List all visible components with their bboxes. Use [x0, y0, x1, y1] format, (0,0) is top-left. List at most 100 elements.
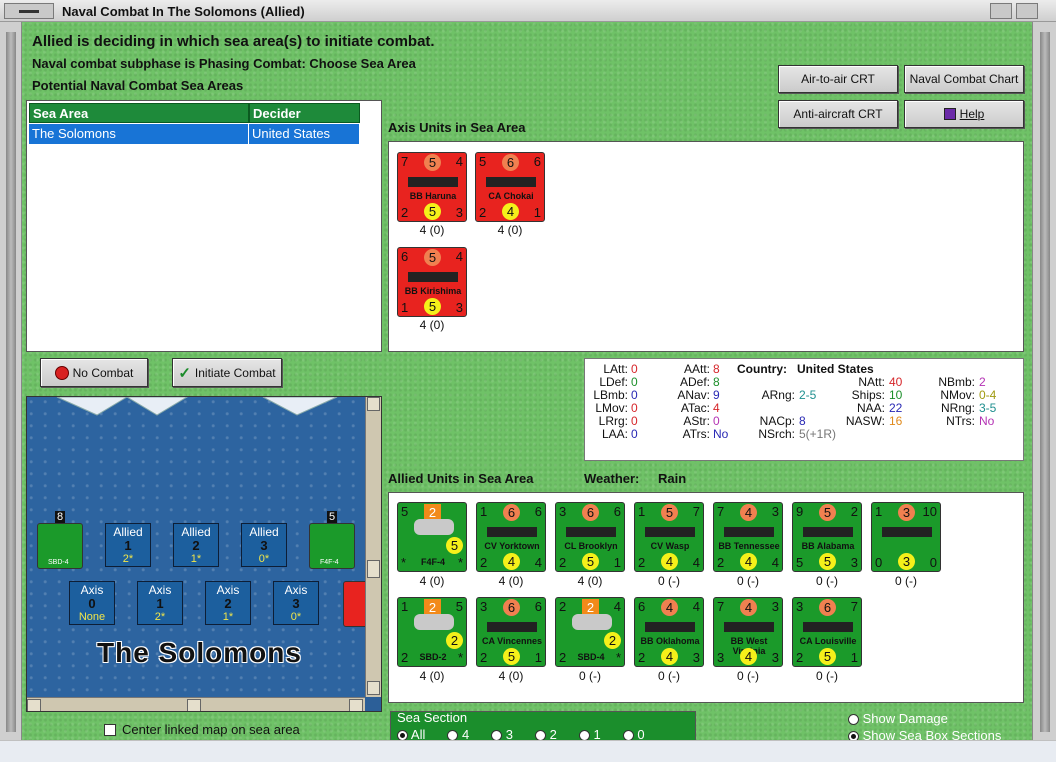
row-sea-area[interactable]: The Solomons [29, 124, 249, 144]
system-menu-button[interactable] [4, 3, 54, 19]
unit-counter[interactable]: 2 2 4 SBD-4 2 2 * [555, 597, 625, 667]
horizontal-scroll-thumb[interactable] [187, 699, 201, 711]
scroll-left-icon[interactable] [27, 699, 41, 711]
allied-units-label: Allied Units in Sea Area [388, 471, 534, 486]
scroll-right-icon[interactable] [349, 699, 363, 711]
sea-section-radio[interactable] [622, 730, 634, 740]
unit-counter[interactable]: 3 6 6 CL Brooklyn 2 5 1 [555, 502, 625, 572]
top-left-value: 9 [796, 504, 804, 519]
unit-counter[interactable]: 3 6 6 CA Vincennes 2 5 1 [476, 597, 546, 667]
sea-section-option[interactable]: 4 [447, 727, 469, 740]
anti-aircraft-crt-button[interactable]: Anti-aircraft CRT [778, 100, 898, 128]
minimize-button[interactable] [990, 3, 1012, 19]
show-damage-option[interactable]: Show Damage [848, 711, 948, 726]
top-center-value: 6 [503, 599, 520, 616]
unit-counter[interactable]: 6 5 4 BB Kirishima 1 5 3 [397, 247, 467, 317]
top-left-value: 5 [479, 154, 487, 169]
close-button[interactable] [1016, 3, 1038, 19]
initiate-combat-button[interactable]: ✓ Initiate Combat [172, 358, 282, 387]
sea-section-option[interactable]: All [397, 727, 425, 740]
stat-value: No [979, 414, 995, 428]
unit-counter[interactable]: 3 6 7 CA Louisville 2 5 1 [792, 597, 862, 667]
bottom-center-value: 4 [740, 648, 757, 665]
top-left-value: 5 [401, 504, 409, 519]
stat-label: NASW: [845, 414, 885, 428]
bottom-right-value: 4 [534, 555, 542, 570]
sea-box-number: 2 [192, 538, 200, 553]
top-center-value: 6 [503, 504, 520, 521]
scroll-up-icon[interactable] [367, 397, 380, 411]
unit-counter[interactable]: 5 2 F4F-4 * 5 * [397, 502, 467, 572]
unit-counter[interactable]: 6 4 4 BB Oklahoma 2 4 3 [634, 597, 704, 667]
show-sections-option[interactable]: Show Sea Box Sections [848, 728, 1001, 740]
unit-counter[interactable]: 1 5 7 CV Wasp 2 4 4 [634, 502, 704, 572]
sea-box[interactable]: Axis 2 1* [205, 581, 251, 625]
unit-counter[interactable]: 1 2 5 SBD-2 2 2 * [397, 597, 467, 667]
map-unit-stack[interactable]: SBD-4 [37, 523, 83, 569]
top-left-value: 1 [401, 599, 409, 614]
sea-box[interactable]: Allied 1 2* [105, 523, 151, 567]
sea-section-option[interactable]: 3 [491, 727, 513, 740]
show-damage-radio[interactable] [848, 714, 859, 726]
unit-counter[interactable]: 9 5 2 BB Alabama 5 5 3 [792, 502, 862, 572]
sea-section-label: Sea Section [397, 710, 468, 725]
sea-section-option[interactable]: 0 [622, 727, 645, 740]
unit-counter[interactable]: 1 6 6 CV Yorktown 2 4 4 [476, 502, 546, 572]
stat-value: 0 [631, 375, 638, 389]
unit-strength-caption: 4 (0) [497, 223, 523, 237]
no-combat-button[interactable]: No Combat [40, 358, 148, 387]
sea-box-status: None [78, 611, 106, 623]
sea-area-map[interactable]: Allied 1 2* Allied 2 1* Allied 3 0* Axis 0 None Axis… [26, 396, 382, 712]
top-right-value: 4 [455, 154, 463, 169]
unit-name: BB Alabama [801, 541, 855, 551]
stat-label: NSrch: [758, 427, 795, 441]
map-horizontal-scrollbar[interactable] [27, 697, 365, 711]
row-decider[interactable]: United States [249, 124, 360, 144]
unit-counter[interactable]: 1 3 10 0 3 0 [871, 502, 941, 572]
sea-box[interactable]: Axis 1 2* [137, 581, 183, 625]
sea-section-radio[interactable] [447, 730, 459, 740]
ship-icon [487, 622, 537, 632]
show-sections-radio[interactable] [848, 731, 859, 740]
unit-counter[interactable]: 743BB West Virginia343 [713, 597, 783, 667]
unit-name: CA Vincennes [481, 636, 543, 646]
sea-section-option[interactable]: 2 [535, 727, 557, 740]
sea-box[interactable]: Allied 3 0* [241, 523, 287, 567]
unit-counter[interactable]: 5 6 6 CA Chokai 2 4 1 [475, 152, 545, 222]
stack-unit-name: F4F-4 [320, 559, 339, 566]
unit-counter[interactable]: 7 4 3 BB Tennessee 2 4 4 [713, 502, 783, 572]
center-map-checkbox[interactable] [104, 723, 116, 736]
header-sea-area: Sea Area [29, 103, 249, 123]
center-map-checkbox-row[interactable]: Center linked map on sea area [104, 722, 300, 737]
sea-section-radio[interactable] [397, 730, 408, 740]
bottom-left-value: * [401, 555, 407, 570]
top-right-value: 3 [771, 599, 779, 614]
unit-counter[interactable]: 7 5 4 BB Haruna 2 5 3 [397, 152, 467, 222]
top-left-value: 7 [717, 504, 725, 519]
help-button[interactable]: Help [904, 100, 1024, 128]
bottom-left-value: 2 [717, 555, 725, 570]
ship-icon [486, 177, 536, 187]
map-vertical-scrollbar[interactable] [365, 397, 381, 697]
unit-strength-caption: 4 (0) [498, 574, 524, 588]
sea-section-option-label: 0 [633, 727, 645, 740]
axis-units-label: Axis Units in Sea Area [388, 120, 526, 135]
sea-box-status: 0* [290, 611, 302, 623]
air-to-air-crt-button[interactable]: Air-to-air CRT [778, 65, 898, 93]
sea-box-status: 1* [222, 611, 234, 623]
sea-section-radio[interactable] [535, 730, 547, 740]
sea-box[interactable]: Allied 2 1* [173, 523, 219, 567]
naval-combat-chart-button[interactable]: Naval Combat Chart [904, 65, 1024, 93]
sea-section-radio[interactable] [491, 730, 503, 740]
scroll-down-icon[interactable] [367, 681, 380, 695]
bottom-left-value: 0 [875, 555, 883, 570]
ship-icon [803, 622, 853, 632]
vertical-scroll-thumb[interactable] [367, 560, 380, 578]
sea-box[interactable]: Axis 3 0* [273, 581, 319, 625]
sea-box[interactable]: Axis 0 None [69, 581, 115, 625]
sea-section-option[interactable]: 1 [578, 727, 601, 740]
stat-label: LAA: [601, 427, 628, 441]
map-unit-stack[interactable]: F4F-4 [309, 523, 355, 569]
bottom-left-value: 3 [717, 650, 725, 665]
sea-section-radio[interactable] [578, 730, 590, 740]
